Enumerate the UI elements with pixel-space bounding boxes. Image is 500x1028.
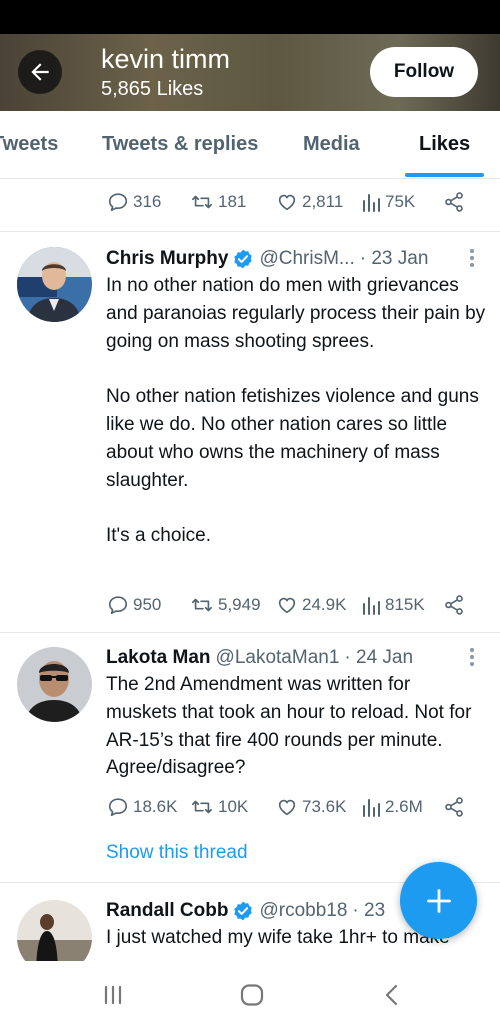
tweet-header: Lakota Man @LakotaMan1 · 24 Jan xyxy=(106,645,413,671)
retweet-count: 5,949 xyxy=(218,595,261,614)
tweet-chris-murphy[interactable]: Chris Murphy @ChrisM... · 23 Jan In no o… xyxy=(0,245,500,630)
tweet-date: · 24 Jan xyxy=(344,647,414,668)
back-button[interactable] xyxy=(18,50,62,94)
like-count: 24.9K xyxy=(302,595,347,614)
verified-icon xyxy=(234,249,253,269)
like-button[interactable]: 73.6K xyxy=(276,792,346,822)
reply-icon xyxy=(108,596,128,615)
tab-likes[interactable]: Likes xyxy=(419,133,470,156)
more-icon[interactable] xyxy=(467,648,477,668)
tweet-date: · 23 Jan xyxy=(359,248,429,269)
views-icon xyxy=(363,597,380,615)
tab-media[interactable]: Media xyxy=(303,133,360,156)
retweet-button[interactable]: 5,949 xyxy=(190,590,261,620)
likes-count: 5,865 Likes xyxy=(101,78,204,100)
reply-icon xyxy=(108,798,128,817)
views-icon xyxy=(363,799,380,817)
tweet-text: The 2nd Amendment was written for musket… xyxy=(106,674,472,779)
back-icon xyxy=(385,984,398,1006)
reply-count: 950 xyxy=(133,595,162,614)
like-button[interactable]: 2,811 xyxy=(276,187,343,217)
retweet-count: 181 xyxy=(218,192,247,211)
like-count: 2,811 xyxy=(302,192,344,211)
like-count: 73.6K xyxy=(302,797,347,816)
profile-name: kevin timm xyxy=(101,44,231,74)
views-button[interactable]: 815K xyxy=(361,590,425,620)
share-button[interactable] xyxy=(443,187,465,217)
show-thread-link[interactable]: Show this thread xyxy=(106,842,248,864)
like-icon xyxy=(278,194,296,211)
like-icon xyxy=(278,597,296,614)
share-icon xyxy=(445,595,463,615)
home-icon xyxy=(240,984,264,1006)
recents-icon xyxy=(104,985,122,1005)
reply-icon xyxy=(108,193,128,212)
recents-button[interactable] xyxy=(102,984,124,1011)
reply-count: 316 xyxy=(133,192,162,211)
retweet-button[interactable]: 181 xyxy=(190,187,246,217)
tweet-header: Randall Cobb @rcobb18 · 23 xyxy=(106,898,385,924)
compose-button[interactable] xyxy=(400,862,477,939)
more-icon[interactable] xyxy=(467,249,477,269)
back-nav-button[interactable] xyxy=(382,984,400,1011)
follow-button[interactable]: Follow xyxy=(370,47,478,97)
views-button[interactable]: 75K xyxy=(361,187,415,217)
compose-plus-icon xyxy=(426,888,451,913)
retweet-button[interactable]: 10K xyxy=(190,792,248,822)
author-name[interactable]: Randall Cobb xyxy=(106,900,228,922)
profile-tabs: Tweets Tweets & replies Media Likes xyxy=(0,111,500,179)
share-button[interactable] xyxy=(443,792,465,822)
tweet-date: · 23 xyxy=(352,900,386,921)
tweet-text: In no other nation do men with grievance… xyxy=(106,275,486,547)
tab-tweets[interactable]: Tweets xyxy=(0,133,58,156)
views-count: 2.6M xyxy=(385,797,423,816)
author-handle[interactable]: @rcobb18 xyxy=(259,900,347,922)
tab-tweets-replies[interactable]: Tweets & replies xyxy=(102,133,258,156)
like-button[interactable]: 24.9K xyxy=(276,590,346,620)
like-icon xyxy=(278,799,296,816)
reply-button[interactable]: 18.6K xyxy=(107,792,177,822)
views-count: 815K xyxy=(385,595,425,614)
tweet-actions: 316 181 2,811 75K xyxy=(0,187,500,217)
views-count: 75K xyxy=(385,192,416,211)
share-icon xyxy=(445,192,463,212)
author-handle[interactable]: @LakotaMan1 xyxy=(216,647,340,669)
back-arrow-icon xyxy=(31,63,49,81)
avatar[interactable] xyxy=(17,647,92,722)
tweet-actions: 18.6K 10K 73.6K 2.6M xyxy=(0,792,500,822)
share-button[interactable] xyxy=(443,590,465,620)
divider xyxy=(0,632,500,633)
views-button[interactable]: 2.6M xyxy=(361,792,423,822)
verified-icon xyxy=(234,901,253,921)
system-nav-bar xyxy=(0,966,500,1028)
reply-count: 18.6K xyxy=(133,797,178,816)
home-button[interactable] xyxy=(240,984,264,1011)
avatar[interactable] xyxy=(17,247,92,322)
share-icon xyxy=(445,797,463,817)
tweet-lakota-man[interactable]: Lakota Man @LakotaMan1 · 24 Jan The 2nd … xyxy=(0,644,500,874)
retweet-count: 10K xyxy=(218,797,249,816)
status-bar xyxy=(0,0,500,34)
active-tab-indicator xyxy=(405,173,484,177)
tweet-actions: 950 5,949 24.9K 815K xyxy=(0,590,500,620)
author-name[interactable]: Chris Murphy xyxy=(106,248,228,270)
profile-header: kevin timm 5,865 Likes Follow xyxy=(0,34,500,111)
divider xyxy=(0,231,500,232)
retweet-icon xyxy=(192,800,212,814)
author-name[interactable]: Lakota Man xyxy=(106,647,211,669)
reply-button[interactable]: 950 xyxy=(107,590,161,620)
reply-button[interactable]: 316 xyxy=(107,187,161,217)
author-handle[interactable]: @ChrisM... xyxy=(259,248,354,270)
views-icon xyxy=(363,194,380,212)
tweet-header: Chris Murphy @ChrisM... · 23 Jan xyxy=(106,246,428,272)
retweet-icon xyxy=(192,598,212,612)
retweet-icon xyxy=(192,195,212,209)
